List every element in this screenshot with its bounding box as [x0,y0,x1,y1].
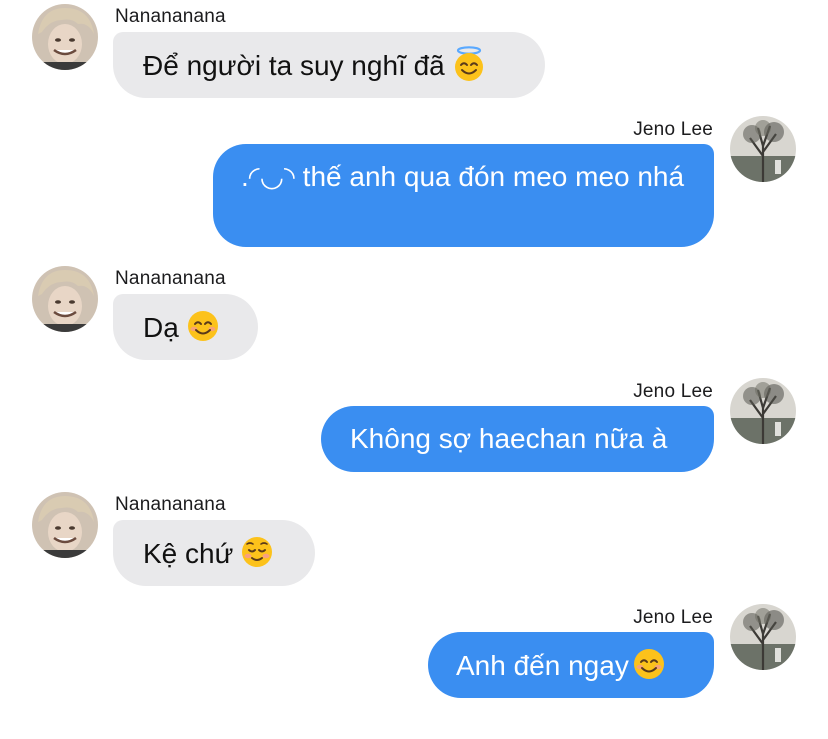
sender-name: Jeno Lee [633,119,713,140]
message-text: Để người ta suy nghĩ đã [143,50,445,81]
message-text: Kệ chứ [143,538,234,569]
message-text: Anh đến ngay [456,650,629,681]
smiling-face-icon [239,534,275,570]
sender-name: Nanananana [115,6,226,27]
message-bubble-incoming[interactable]: Kệ chứ [113,520,315,586]
message-text: Dạ [143,312,179,343]
sender-name: Jeno Lee [633,381,713,402]
sender-avatar[interactable] [32,266,98,332]
my-avatar[interactable] [730,604,796,670]
sender-name: Nanananana [115,494,226,515]
sender-name: Jeno Lee [633,607,713,628]
sender-avatar[interactable] [32,492,98,558]
smiling-face-with-halo-icon [451,46,487,82]
message-text: Không sợ haechan nữa à [350,423,668,454]
message-bubble-outgoing[interactable]: Anh đến ngay [428,632,714,698]
sender-avatar[interactable] [32,4,98,70]
message-bubble-incoming[interactable]: Để người ta suy nghĩ đã [113,32,545,98]
smiling-face-with-smiling-eyes-icon [631,646,667,682]
message-bubble-outgoing[interactable]: Không sợ haechan nữa à [321,406,714,472]
sender-name: Nanananana [115,268,226,289]
message-bubble-incoming[interactable]: Dạ [113,294,258,360]
message-text: .◜◡◝ thế anh qua đón meo meo nhá [241,161,685,192]
my-avatar[interactable] [730,378,796,444]
message-bubble-outgoing[interactable]: .◜◡◝ thế anh qua đón meo meo nhá [213,144,714,247]
smiling-face-with-smiling-eyes-icon [185,308,221,344]
my-avatar[interactable] [730,116,796,182]
